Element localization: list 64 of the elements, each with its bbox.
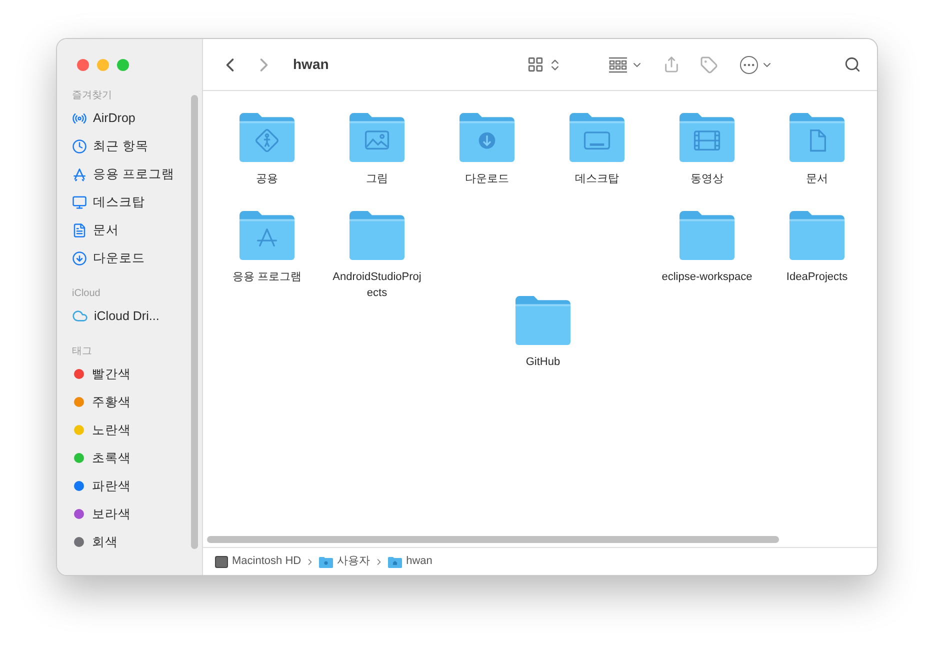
download-icon <box>72 250 87 266</box>
sidebar-heading: iCloud <box>72 287 102 301</box>
folder-icon[interactable] <box>787 111 847 164</box>
sidebar-item[interactable]: 최근 항목 <box>72 132 202 160</box>
sidebar-item[interactable]: 파란색 <box>72 472 202 500</box>
sidebar-item[interactable]: 다운로드 <box>72 244 202 272</box>
desktop-icon <box>72 194 87 210</box>
sidebar-heading: 즐겨찾기 <box>72 89 113 103</box>
window-title: hwan <box>293 55 329 74</box>
close-button[interactable] <box>77 59 89 71</box>
folder-label: 그림 <box>365 172 389 187</box>
folder-label: 다운로드 <box>464 172 510 187</box>
sidebar-item[interactable]: 빨간색 <box>72 360 202 388</box>
document-icon <box>72 222 87 238</box>
folder-label: GitHub <box>524 355 562 370</box>
sidebar-item[interactable]: 보라색 <box>72 500 202 528</box>
grouped-grid-icon <box>608 56 628 72</box>
folder-label: 데스크탑 <box>574 172 620 187</box>
folder-icon[interactable] <box>347 111 407 164</box>
horizontal-scrollbar-thumb[interactable] <box>207 536 779 543</box>
folder-label: 공용 <box>255 172 279 187</box>
ellipsis-icon <box>740 56 758 74</box>
tag-button[interactable] <box>700 56 718 74</box>
group-button[interactable] <box>608 56 643 72</box>
path-item[interactable]: Macintosh HD <box>215 553 302 570</box>
path-item[interactable]: hwan <box>388 553 432 570</box>
folder-icon[interactable] <box>787 209 847 262</box>
sidebar-item[interactable]: 주황색 <box>72 388 202 416</box>
folder-label: IdeaProjects <box>785 270 849 285</box>
folder-icon[interactable] <box>677 209 737 262</box>
folder-label: 응용 프로그램 <box>231 270 303 285</box>
sidebar-heading: 태그 <box>72 345 93 359</box>
folder-label: eclipse-workspace <box>661 270 753 285</box>
cloud-icon <box>72 308 88 324</box>
path-item[interactable]: 사용자 <box>319 553 370 570</box>
folder-icon[interactable] <box>347 209 407 262</box>
airdrop-icon <box>72 110 87 126</box>
grid-icon <box>526 56 544 73</box>
sidebar-item[interactable]: 문서 <box>72 216 202 244</box>
folder-icon[interactable] <box>457 111 517 164</box>
scrollbar-thumb[interactable] <box>191 95 198 549</box>
folder-icon[interactable] <box>567 111 627 164</box>
sidebar-item[interactable]: 노란색 <box>72 416 202 444</box>
apps-icon <box>72 166 87 182</box>
search-button[interactable] <box>844 56 861 73</box>
clock-icon <box>72 138 87 154</box>
sidebar-item[interactable]: 응용 프로그램 <box>72 160 202 188</box>
zoom-button[interactable] <box>117 59 129 71</box>
folder-icon[interactable] <box>237 111 297 164</box>
share-button[interactable] <box>662 56 680 73</box>
sidebar-item[interactable]: 데스크탑 <box>72 188 202 216</box>
folder-icon <box>388 556 402 568</box>
folder-icon[interactable] <box>677 111 737 164</box>
folder-icon <box>319 556 334 568</box>
sidebar-item[interactable]: AirDrop <box>72 104 202 132</box>
sidebar-item[interactable]: 초록색 <box>72 444 202 472</box>
sidebar-item[interactable]: iCloud Dri... <box>72 302 202 330</box>
folder-label: 동영상 <box>690 172 724 187</box>
folder-label: AndroidStudioProjects <box>332 270 422 301</box>
folder-label: 문서 <box>805 172 829 187</box>
sidebar-item[interactable]: 회색 <box>72 528 202 556</box>
folder-icon[interactable] <box>237 209 297 262</box>
more-button[interactable] <box>740 56 773 74</box>
folder-icon[interactable] <box>513 294 573 347</box>
